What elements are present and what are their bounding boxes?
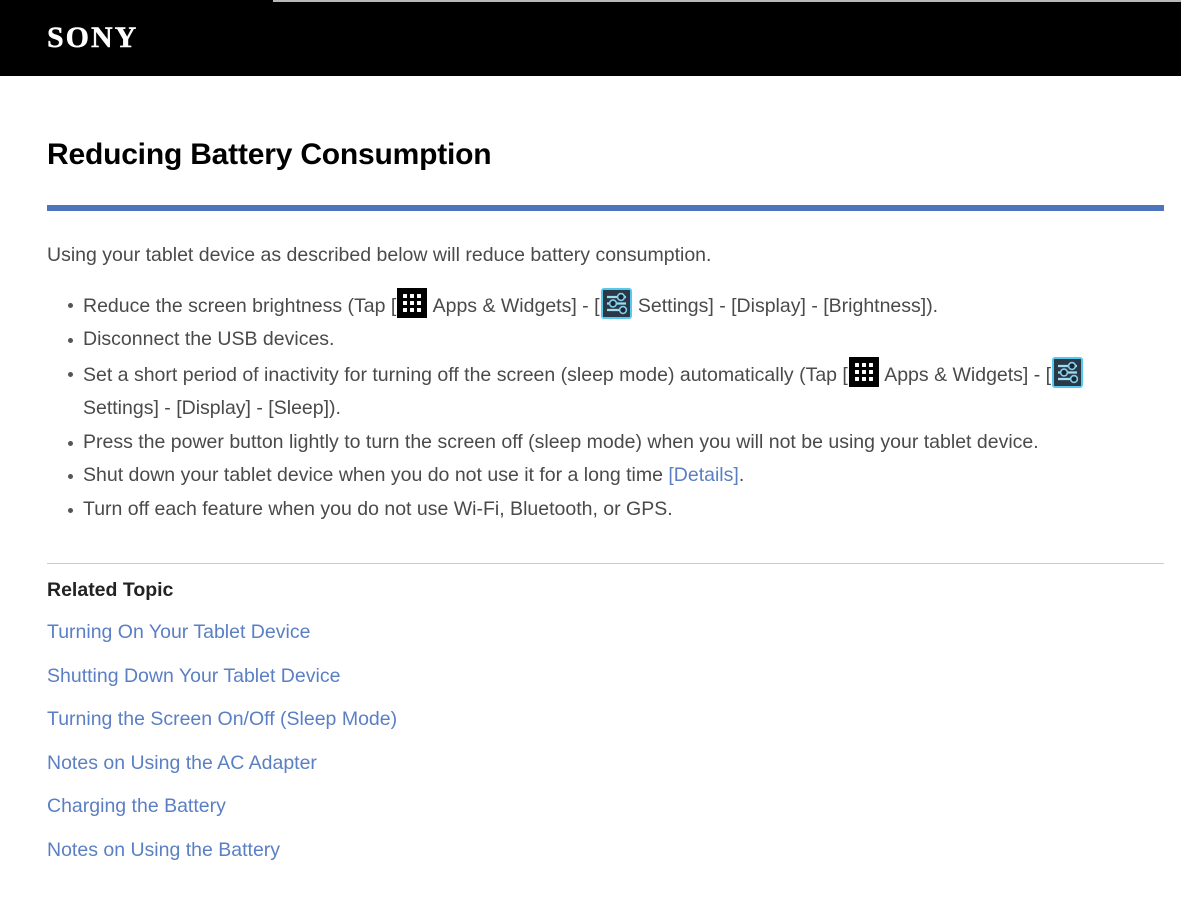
tip5-text-part2: . bbox=[738, 464, 745, 486]
details-link[interactable]: [Details] bbox=[668, 464, 738, 486]
tip6-text: Turn off each feature when you do not us… bbox=[83, 497, 673, 520]
settings-sliders-icon[interactable] bbox=[1052, 356, 1084, 388]
tip1-text-part2: Apps & Widgets] - [ bbox=[428, 294, 600, 317]
list-item: Notes on Using the AC Adapter bbox=[47, 742, 1164, 786]
tip3-text-part1: Set a short period of inactivity for tur… bbox=[83, 363, 848, 386]
list-item: Set a short period of inactivity for tur… bbox=[47, 356, 1164, 426]
list-item: Disconnect the USB devices. bbox=[47, 323, 1164, 357]
tip3-text-part3: Settings] - [Display] - [Sleep]). bbox=[83, 397, 341, 419]
sony-logo[interactable]: SONY bbox=[47, 22, 138, 53]
related-link-shutting-down-your-tablet-device[interactable]: Shutting Down Your Tablet Device bbox=[47, 665, 340, 687]
tip2-text: Disconnect the USB devices. bbox=[83, 328, 335, 350]
related-link-turning-the-screen-on-off[interactable]: Turning the Screen On/Off (Sleep Mode) bbox=[47, 708, 397, 730]
settings-sliders-icon[interactable] bbox=[600, 287, 632, 319]
tip1-text-part3: Settings] - [Display] - [Brightness]). bbox=[632, 294, 939, 317]
related-topic-list: Turning On Your Tablet Device Shutting D… bbox=[47, 611, 1164, 872]
list-item: Press the power button lightly to turn t… bbox=[47, 426, 1164, 460]
site-header: SONY bbox=[0, 0, 1181, 76]
related-topic-heading: Related Topic bbox=[47, 579, 174, 601]
tip3-text-part2: Apps & Widgets] - [ bbox=[879, 363, 1052, 386]
tip4-text: Press the power button lightly to turn t… bbox=[83, 430, 1039, 453]
main-content: Reducing Battery Consumption Using your … bbox=[0, 76, 1181, 872]
header-top-divider bbox=[273, 0, 1181, 2]
related-link-notes-on-using-the-ac-adapter[interactable]: Notes on Using the AC Adapter bbox=[47, 752, 317, 774]
apps-grid-icon[interactable] bbox=[848, 356, 879, 387]
tip5-text-part1: Shut down your tablet device when you do… bbox=[83, 464, 669, 486]
intro-paragraph: Using your tablet device as described be… bbox=[47, 244, 712, 266]
apps-grid-icon[interactable] bbox=[397, 287, 428, 318]
title-underline-rule bbox=[47, 205, 1164, 211]
related-link-turning-on-your-tablet-device[interactable]: Turning On Your Tablet Device bbox=[47, 621, 310, 643]
list-item: Notes on Using the Battery bbox=[47, 829, 1164, 873]
list-item: Turn off each feature when you do not us… bbox=[47, 493, 1164, 527]
list-item: Shut down your tablet device when you do… bbox=[47, 459, 1164, 493]
related-link-notes-on-using-the-battery[interactable]: Notes on Using the Battery bbox=[47, 839, 280, 861]
related-link-charging-the-battery[interactable]: Charging the Battery bbox=[47, 795, 226, 817]
list-item: Turning the Screen On/Off (Sleep Mode) bbox=[47, 698, 1164, 742]
list-item: Shutting Down Your Tablet Device bbox=[47, 655, 1164, 699]
battery-tips-list: Reduce the screen brightness (Tap [ Apps… bbox=[47, 287, 1164, 527]
list-item: Charging the Battery bbox=[47, 785, 1164, 829]
list-item: Turning On Your Tablet Device bbox=[47, 611, 1164, 655]
list-item: Reduce the screen brightness (Tap [ Apps… bbox=[47, 287, 1164, 324]
tip1-text-part1: Reduce the screen brightness (Tap [ bbox=[83, 294, 397, 317]
page-title: Reducing Battery Consumption bbox=[47, 138, 492, 171]
